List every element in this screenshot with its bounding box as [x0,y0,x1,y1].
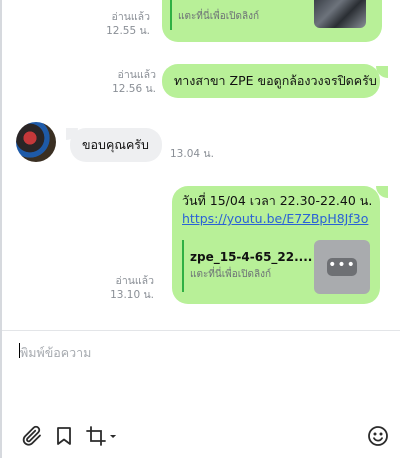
message-bubble-outgoing[interactable]: แตะที่นี่เพื่อเปิดลิงก์ [162,0,382,42]
composer-toolbar [2,416,400,458]
message-bubble-incoming[interactable]: ขอบคุณครับ [70,128,162,162]
message-meta: อ่านแล้ว 12.56 น. [102,68,156,96]
chat-window: อ่านแล้ว 12.55 น. แตะที่นี่เพื่อเปิดลิงก… [0,0,400,458]
message-text: วันที่ 15/04 เวลา 22.30-22.40 น. [182,193,373,208]
message-time: 12.56 น. [112,83,156,95]
emoji-icon[interactable] [366,424,390,448]
preview-accent-bar [182,240,184,292]
message-text: ขอบคุณครับ [82,137,149,152]
preview-subtitle: แตะที่นี่เพื่อเปิดลิงก์ [178,11,260,22]
message-text: ทางสาขา ZPE ขอดูกล้องวงจรปิดครับ [174,73,377,88]
message-link[interactable]: https://youtu.be/E7ZBpH8Jf3o [182,210,368,228]
message-time: 13.04 น. [170,148,214,160]
more-icon: ••• [327,258,357,276]
message-bubble-outgoing[interactable]: ทางสาขา ZPE ขอดูกล้องวงจรปิดครับ [162,64,380,98]
message-time: 12.55 น. [106,25,150,37]
crop-icon[interactable] [84,424,118,448]
read-status: อ่านแล้ว [111,11,150,23]
preview-subtitle: แตะที่นี่เพื่อเปิดลิงก์ [190,269,272,280]
message-input[interactable]: พิมพ์ข้อความ [2,331,400,416]
preview-accent-bar [170,0,172,30]
message-input-placeholder: พิมพ์ข้อความ [20,345,92,360]
paperclip-icon[interactable] [20,424,44,448]
link-thumbnail[interactable]: ••• [314,240,370,294]
message-meta: อ่านแล้ว 12.55 น. [98,10,150,38]
preview-title[interactable]: zpe_15-4-65_22.... [190,248,312,266]
bookmark-icon[interactable] [52,424,76,448]
read-status: อ่านแล้ว [117,69,156,81]
message-time: 13.10 น. [110,289,154,301]
link-thumbnail[interactable] [314,0,366,28]
avatar[interactable] [16,122,56,162]
message-list[interactable]: อ่านแล้ว 12.55 น. แตะที่นี่เพื่อเปิดลิงก… [2,0,400,330]
message-bubble-outgoing[interactable]: วันที่ 15/04 เวลา 22.30-22.40 น. https:/… [172,186,380,304]
message-meta: อ่านแล้ว 13.10 น. [98,274,154,302]
read-status: อ่านแล้ว [115,275,154,287]
